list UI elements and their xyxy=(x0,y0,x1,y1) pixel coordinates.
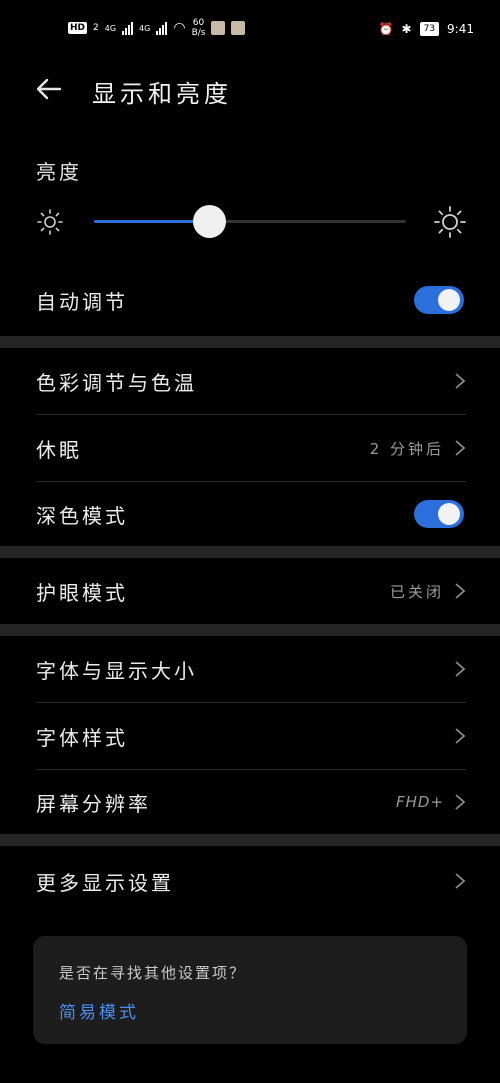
brightness-slider[interactable] xyxy=(94,205,406,238)
sim-index: 2 xyxy=(93,23,99,33)
sun-large-icon xyxy=(434,206,466,238)
brightness-slider-row xyxy=(0,200,500,244)
speed-unit: B/s xyxy=(191,28,206,38)
sun-small-icon xyxy=(37,209,63,235)
brightness-slider-thumb[interactable] xyxy=(193,205,227,238)
color-temp-row[interactable]: 色彩调节与色温 xyxy=(0,348,500,414)
section-divider xyxy=(0,546,500,558)
sleep-row[interactable]: 休眠 2 分钟后 xyxy=(0,415,500,481)
toggle-knob xyxy=(438,503,460,525)
signal-icon-2 xyxy=(156,21,168,35)
auto-adjust-toggle[interactable] xyxy=(414,286,464,314)
status-bar: HD 2 4G 4G ◠ 60 B/s ⏰ ✱ 73 9:41 xyxy=(0,0,500,62)
chevron-right-icon xyxy=(455,794,466,810)
notification-icon-2 xyxy=(231,21,246,35)
eye-comfort-row[interactable]: 护眼模式 已关闭 xyxy=(0,558,500,624)
status-left: HD 2 4G 4G ◠ 60 B/s xyxy=(68,18,246,38)
brightness-slider-fill xyxy=(94,220,210,223)
dark-mode-label: 深色模式 xyxy=(36,503,128,528)
auto-adjust-label: 自动调节 xyxy=(36,289,128,314)
font-size-label: 字体与显示大小 xyxy=(36,658,197,683)
suggestion-card: 是否在寻找其他设置项？ 简易模式 xyxy=(33,936,467,1044)
back-arrow-icon[interactable] xyxy=(34,74,64,104)
sleep-value: 2 分钟后 xyxy=(369,439,444,458)
eye-comfort-value: 已关闭 xyxy=(389,582,444,601)
sleep-label: 休眠 xyxy=(36,437,82,462)
chevron-right-icon xyxy=(455,873,466,889)
section-divider xyxy=(0,834,500,846)
simple-mode-link[interactable]: 简易模式 xyxy=(59,998,139,1023)
battery-icon: 73 xyxy=(419,22,440,36)
signal-icon xyxy=(122,21,134,35)
font-size-row[interactable]: 字体与显示大小 xyxy=(0,636,500,702)
status-right: ⏰ ✱ 73 9:41 xyxy=(379,22,474,36)
notification-icon-1 xyxy=(211,21,226,35)
more-display-label: 更多显示设置 xyxy=(36,870,174,895)
section-divider xyxy=(0,624,500,636)
chevron-right-icon xyxy=(455,583,466,599)
eye-comfort-label: 护眼模式 xyxy=(36,580,128,605)
bluetooth-icon: ✱ xyxy=(401,22,412,36)
dark-mode-toggle[interactable] xyxy=(414,500,464,528)
font-style-label: 字体样式 xyxy=(36,725,128,750)
more-display-row[interactable]: 更多显示设置 xyxy=(0,848,500,914)
page-title: 显示和亮度 xyxy=(92,80,232,108)
color-temp-label: 色彩调节与色温 xyxy=(36,370,197,395)
alarm-icon: ⏰ xyxy=(378,22,394,36)
app-header: 显示和亮度 xyxy=(0,62,500,122)
chevron-right-icon xyxy=(455,661,466,677)
clock: 9:41 xyxy=(447,22,474,36)
network-type-1: 4G xyxy=(104,23,117,33)
font-style-row[interactable]: 字体样式 xyxy=(0,703,500,769)
auto-adjust-row[interactable]: 自动调节 xyxy=(0,278,500,322)
brightness-label: 亮度 xyxy=(36,160,82,184)
network-speed: 60 B/s xyxy=(192,18,206,38)
wifi-icon: ◠ xyxy=(173,20,186,36)
speed-value: 60 xyxy=(192,18,205,28)
suggestion-question: 是否在寻找其他设置项？ xyxy=(59,964,247,982)
toggle-knob xyxy=(438,289,460,311)
resolution-value: FHD+ xyxy=(395,793,444,811)
network-type-2: 4G xyxy=(139,23,151,33)
chevron-right-icon xyxy=(455,373,466,389)
chevron-right-icon xyxy=(455,440,466,456)
section-divider xyxy=(0,336,500,348)
resolution-label: 屏幕分辨率 xyxy=(36,791,151,816)
hd-badge: HD xyxy=(68,22,88,34)
resolution-row[interactable]: 屏幕分辨率 FHD+ xyxy=(0,770,500,834)
dark-mode-row[interactable]: 深色模式 xyxy=(0,482,500,546)
chevron-right-icon xyxy=(455,728,466,744)
